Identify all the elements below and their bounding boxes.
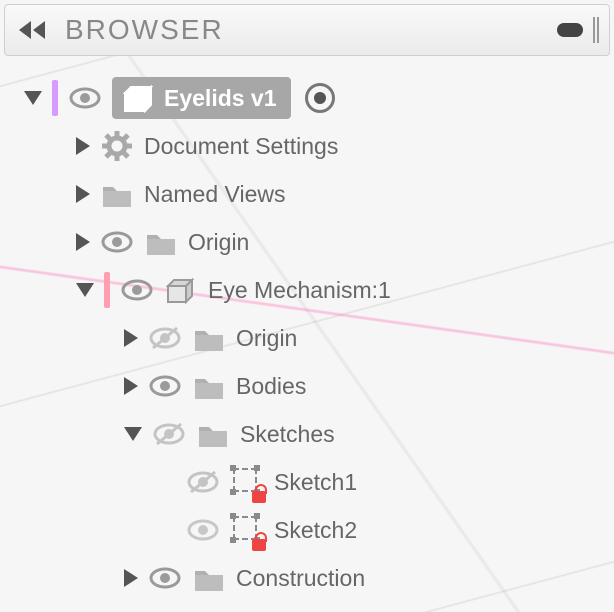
row-label: Eye Mechanism:1 [208, 277, 391, 304]
folder-icon [144, 225, 178, 259]
row-label: Sketch1 [274, 469, 357, 496]
tree-row-origin[interactable]: Origin [24, 218, 614, 266]
gear-icon [100, 129, 134, 163]
root-label: Eyelids v1 [164, 85, 277, 112]
visibility-icon[interactable] [120, 273, 154, 307]
tree-row-em-bodies[interactable]: Bodies [24, 362, 614, 410]
folder-icon [100, 177, 134, 211]
row-label: Construction [236, 565, 365, 592]
tree-row-em-sketches[interactable]: Sketches [24, 410, 614, 458]
visibility-icon[interactable] [148, 561, 182, 595]
folder-icon [196, 417, 230, 451]
folder-icon [192, 321, 226, 355]
row-label: Sketch2 [274, 517, 357, 544]
selection-bar [104, 272, 110, 308]
expand-toggle[interactable] [124, 569, 138, 587]
tree-row-document-settings[interactable]: Document Settings [24, 122, 614, 170]
expand-toggle[interactable] [124, 329, 138, 347]
tree-row-sketch2[interactable]: Sketch2 [24, 506, 614, 554]
expand-toggle[interactable] [76, 137, 90, 155]
activate-radio[interactable] [305, 83, 335, 113]
component-icon [164, 273, 198, 307]
tree-row-named-views[interactable]: Named Views [24, 170, 614, 218]
tree-row-em-construction[interactable]: Construction [24, 554, 614, 602]
visibility-hidden-icon[interactable] [152, 417, 186, 451]
visibility-hidden-icon[interactable] [186, 465, 220, 499]
tree-row-em-origin[interactable]: Origin [24, 314, 614, 362]
tree-row-eye-mechanism[interactable]: Eye Mechanism:1 [24, 266, 614, 314]
visibility-icon[interactable] [68, 81, 102, 115]
expand-toggle[interactable] [24, 91, 42, 105]
expand-toggle[interactable] [124, 427, 142, 441]
row-label: Origin [188, 229, 249, 256]
folder-icon [192, 561, 226, 595]
panel-grip[interactable] [593, 17, 599, 43]
sketch-locked-icon [230, 513, 264, 547]
root-chip[interactable]: Eyelids v1 [112, 77, 291, 119]
expand-toggle[interactable] [76, 233, 90, 251]
tree-row-sketch1[interactable]: Sketch1 [24, 458, 614, 506]
row-label: Named Views [144, 181, 285, 208]
component-icon [120, 81, 154, 115]
row-label: Sketches [240, 421, 335, 448]
expand-toggle[interactable] [76, 185, 90, 203]
row-label: Origin [236, 325, 297, 352]
row-label: Document Settings [144, 133, 338, 160]
panel-title: BROWSER [59, 14, 557, 46]
visibility-hidden-icon[interactable] [148, 321, 182, 355]
visibility-icon[interactable] [148, 369, 182, 403]
browser-tree: Eyelids v1 Document Settings Named Views… [0, 56, 614, 602]
row-label: Bodies [236, 373, 306, 400]
folder-icon [192, 369, 226, 403]
rewind-icon[interactable] [15, 13, 49, 47]
collapse-toggle[interactable] [557, 23, 583, 37]
selection-bar [52, 80, 58, 116]
expand-toggle[interactable] [76, 283, 94, 297]
expand-toggle[interactable] [124, 377, 138, 395]
visibility-icon[interactable] [100, 225, 134, 259]
tree-root-row[interactable]: Eyelids v1 [24, 74, 614, 122]
browser-header: BROWSER [4, 4, 610, 56]
sketch-locked-icon [230, 465, 264, 499]
visibility-icon[interactable] [186, 513, 220, 547]
